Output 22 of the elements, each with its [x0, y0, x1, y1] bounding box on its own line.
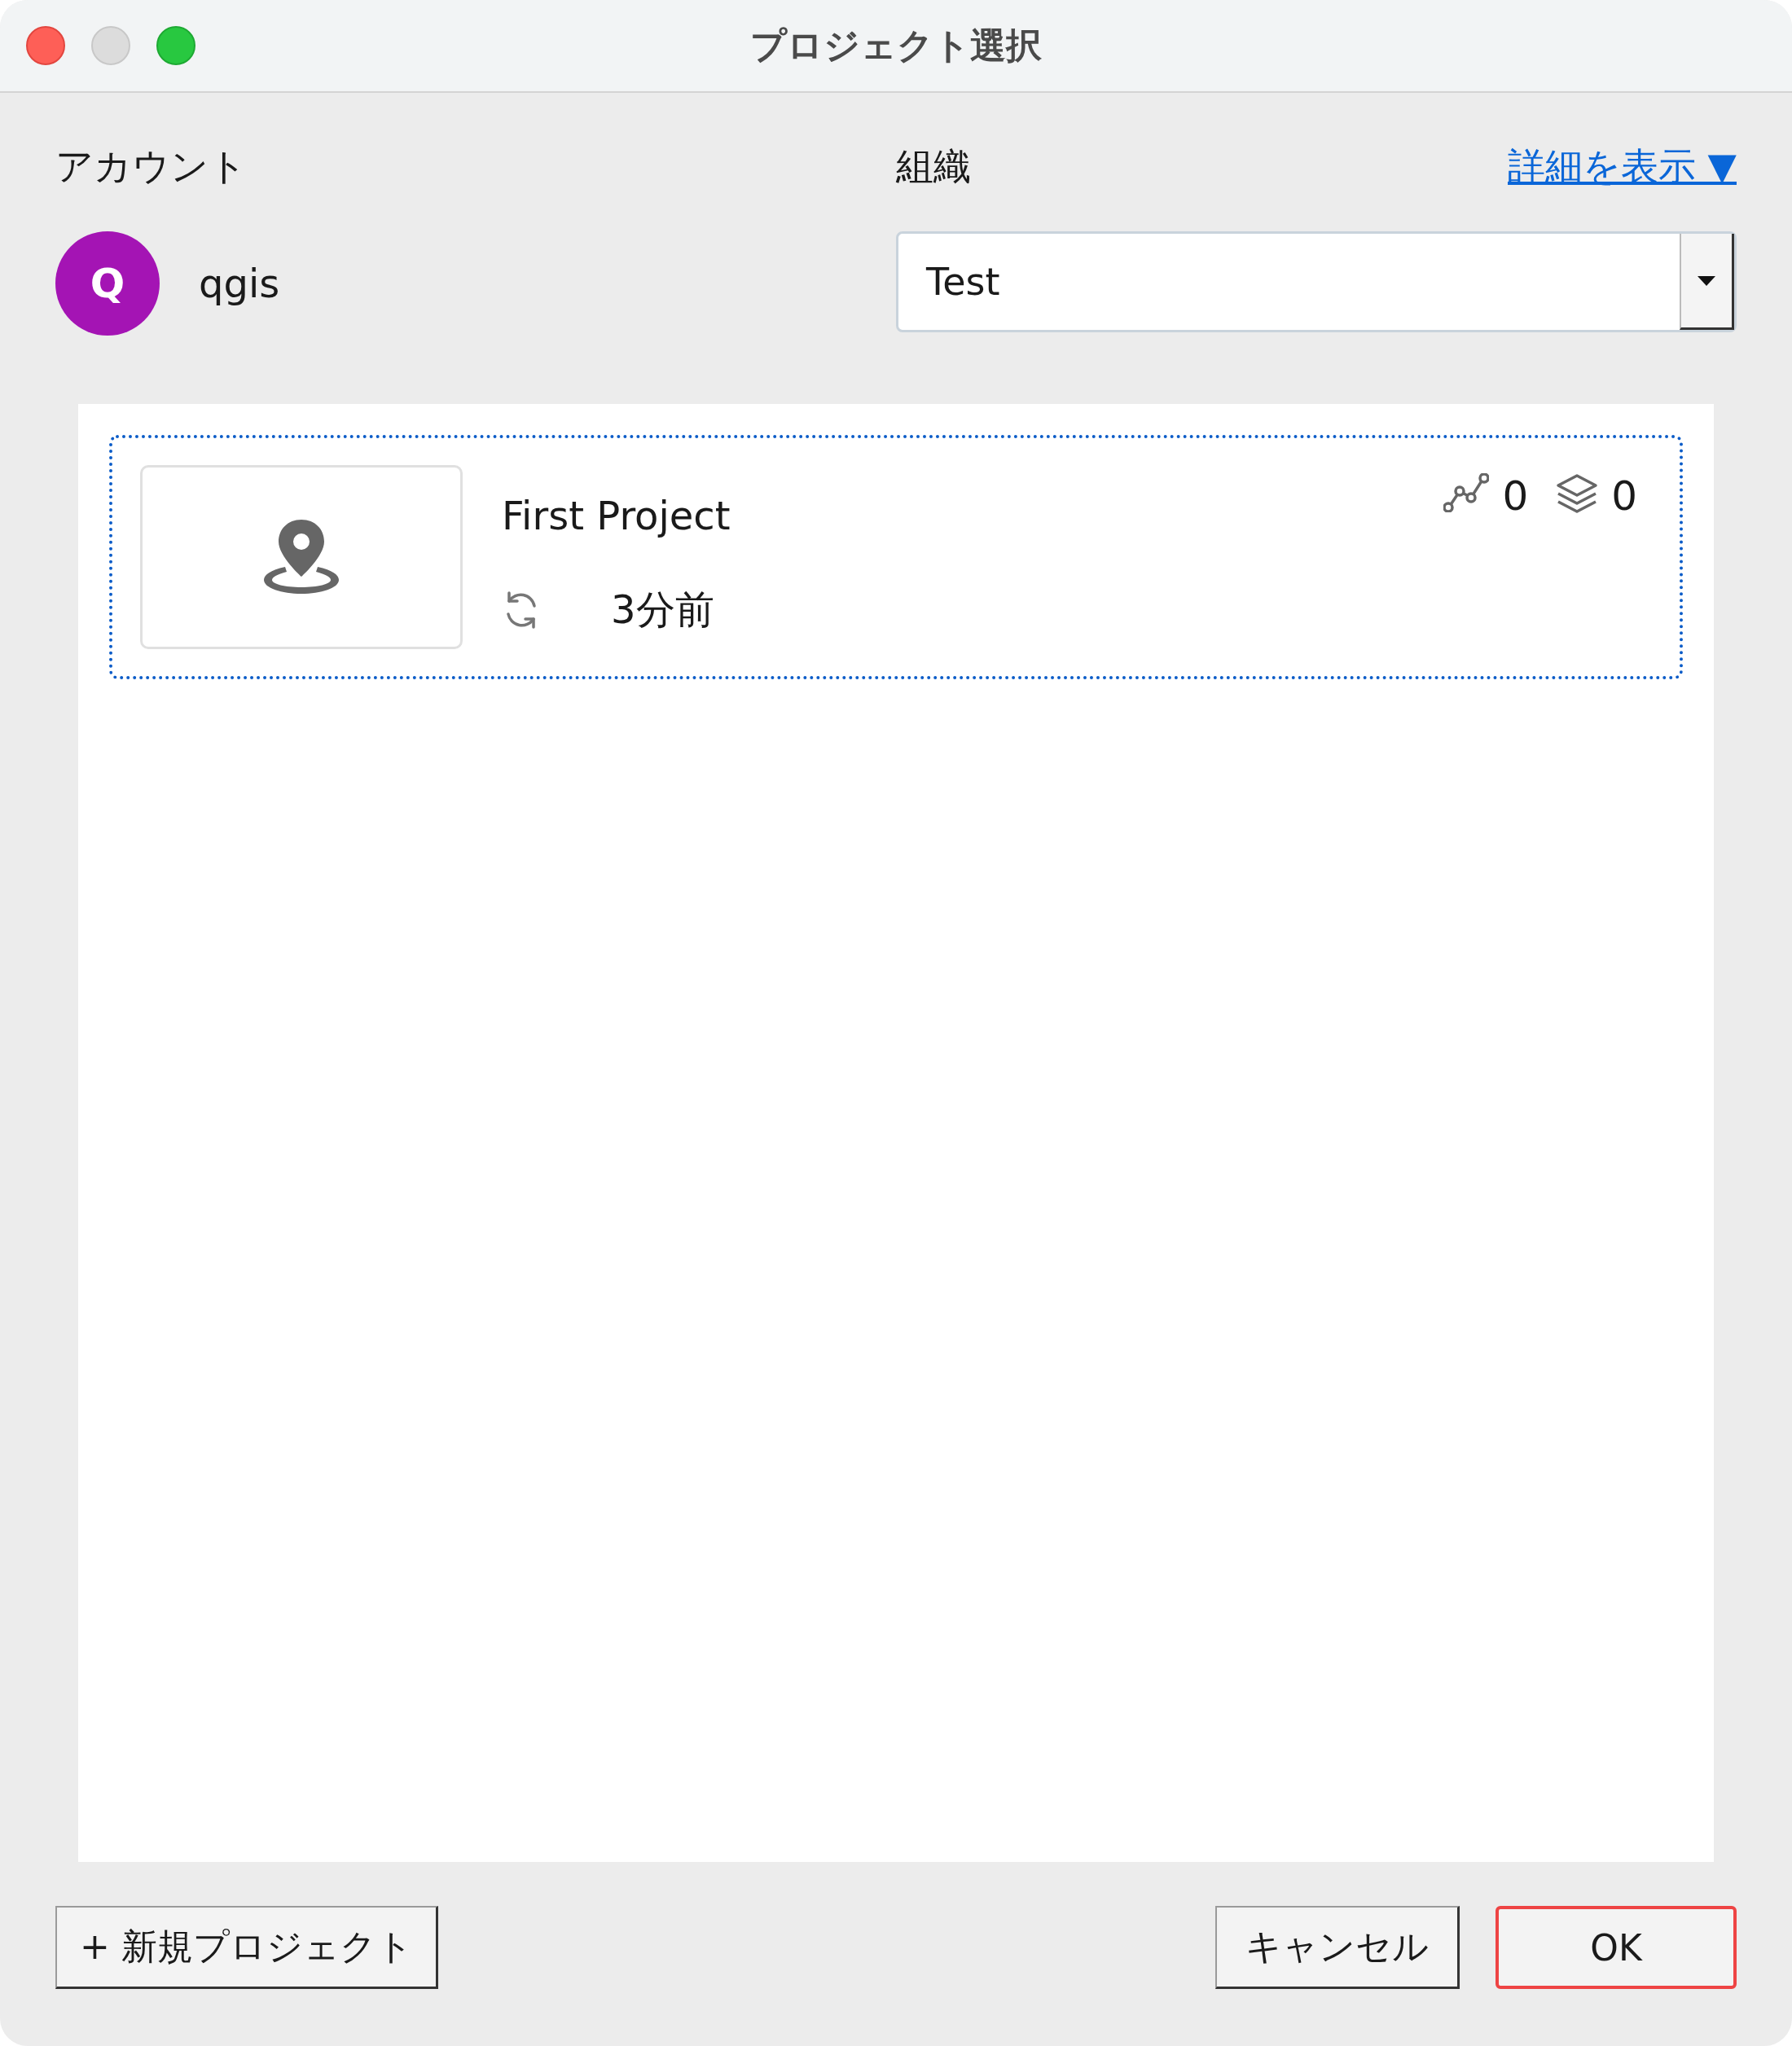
close-button[interactable]	[26, 26, 65, 65]
sync-time: 3分前	[611, 586, 714, 634]
avatar: Q	[55, 231, 160, 336]
account-label: アカウント	[55, 143, 248, 190]
window-title: プロジェクト選択	[750, 23, 1042, 68]
dialog-button[interactable]: + 新規プロジェクト	[55, 1906, 438, 1989]
details-link[interactable]: 詳細を表示 ▼	[1508, 142, 1737, 191]
organization-dropdown[interactable]: Test	[896, 231, 1737, 332]
layers-icon	[1556, 473, 1599, 516]
map-pin-icon	[262, 520, 340, 595]
line-count: 0	[1502, 473, 1529, 519]
project-card[interactable]: First Project 3分前 0 0	[109, 435, 1683, 679]
caret-icon	[1698, 275, 1715, 286]
minimize-button[interactable]	[91, 26, 130, 65]
account-name: qgis	[199, 261, 280, 306]
dialog-button[interactable]: OK	[1496, 1906, 1737, 1989]
project-name: First Project	[502, 493, 731, 538]
dialog-button[interactable]: キャンセル	[1215, 1906, 1460, 1989]
layer-count: 0	[1611, 473, 1637, 519]
zoom-button[interactable]	[156, 26, 195, 65]
organization-label: 組織	[896, 143, 971, 190]
line-graph-icon	[1443, 473, 1490, 512]
